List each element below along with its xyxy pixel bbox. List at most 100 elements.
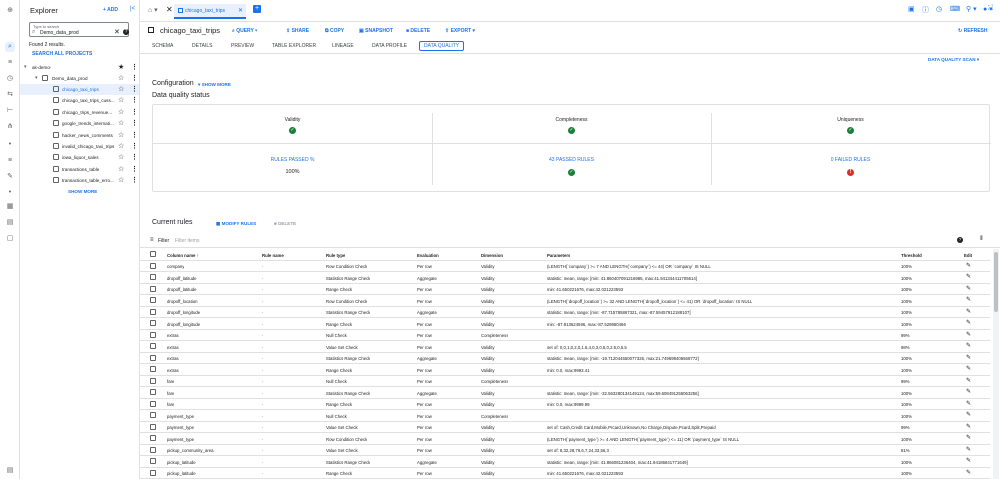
edit-icon[interactable]: ✎	[966, 423, 971, 430]
wrench-nav-icon[interactable]: ✎	[5, 172, 15, 182]
bigquery-logo-icon[interactable]: ⊕	[5, 6, 15, 16]
star-icon[interactable]: ☆	[118, 131, 124, 139]
row-checkbox[interactable]	[150, 343, 156, 349]
share-button[interactable]: ⇪ SHARE	[286, 28, 309, 34]
edit-icon[interactable]: ✎	[966, 457, 971, 464]
tab-chicago-taxi-trips[interactable]: chicago_taxi_trips ✕	[174, 4, 246, 19]
row-checkbox[interactable]	[150, 377, 156, 384]
table-row[interactable]: dropoff_latitude - Statistics Range Check A…	[140, 272, 990, 284]
edit-icon[interactable]: ✎	[966, 273, 971, 280]
more-icon[interactable]: ⋮	[131, 131, 138, 139]
filter-input[interactable]: Filter items	[175, 238, 199, 244]
edit-icon[interactable]: ✎	[966, 354, 971, 361]
star-icon[interactable]: ☆	[118, 74, 124, 82]
copy-button[interactable]: ⧉ COPY	[325, 28, 344, 34]
dot2-nav-icon[interactable]: •	[5, 188, 15, 198]
more-icon[interactable]: ⋮	[131, 153, 138, 161]
star-icon[interactable]: ☆	[118, 96, 124, 104]
menu-nav-icon[interactable]: ≡	[5, 156, 15, 166]
history-nav-icon[interactable]: ◷	[5, 74, 15, 84]
tree-table-row[interactable]: transactions_table ☆ ⋮	[20, 164, 139, 175]
column-display-icon[interactable]: ⦀	[980, 236, 983, 243]
tab-schema[interactable]: SCHEMA	[152, 43, 173, 49]
tab-data-profile[interactable]: DATA PROFILE	[372, 43, 407, 49]
tab-lineage[interactable]: LINEAGE	[332, 43, 354, 49]
explorer-search-input[interactable]: Type to search ⌕ Demo_data_prod ✕ ?	[29, 22, 129, 37]
tab-table-explorer[interactable]: TABLE EXPLORER	[272, 43, 316, 49]
table-row[interactable]: extras - Range Check Per row Validity min: 0.…	[140, 364, 990, 376]
select-all-checkbox[interactable]	[150, 251, 156, 257]
export-button[interactable]: ⇧ EXPORT ▾	[445, 28, 475, 34]
table-row[interactable]: dropoff_longitude - Statistics Range Check…	[140, 307, 990, 318]
more-icon[interactable]: ⋮	[131, 85, 138, 93]
table-row[interactable]: pickup_latitude - Range Check Per row Validi…	[140, 468, 990, 479]
edit-icon[interactable]: ✎	[966, 400, 971, 407]
table-row[interactable]: fare - Statistics Range Check Aggregate Vali…	[140, 387, 990, 399]
edit-icon[interactable]: ✎	[966, 434, 971, 441]
close-tabs-icon[interactable]: ✕	[166, 5, 173, 14]
table-row[interactable]: pickup_latitude - Statistics Range Check Ag…	[140, 456, 990, 468]
star-icon[interactable]: ☆	[118, 108, 124, 116]
scrollbar-thumb[interactable]	[994, 252, 998, 312]
table-row[interactable]: dropoff_latitude - Range Check Per row Valid…	[140, 284, 990, 295]
collapse-panel-icon[interactable]: |<	[130, 6, 135, 12]
search-all-projects-link[interactable]: SEARCH ALL PROJECTS	[32, 51, 92, 57]
table-row[interactable]: pickup_community_area - Value Set Check Per…	[140, 445, 990, 456]
tree-table-row[interactable]: chicago_trips_revenue... ☆ ⋮	[20, 107, 139, 118]
row-checkbox[interactable]	[150, 366, 156, 372]
analytics-nav-icon[interactable]: ▦	[5, 202, 15, 212]
tune-icon[interactable]: ⚲ ▾	[966, 5, 977, 13]
row-checkbox[interactable]	[150, 331, 156, 338]
tab-details[interactable]: DETAILS	[192, 43, 212, 49]
table-row[interactable]: extras - Statistics Range Check Aggregate Va…	[140, 353, 990, 364]
notifications-icon[interactable]: ▣	[908, 5, 915, 13]
delete-button[interactable]: ■ DELETE	[406, 28, 430, 34]
collapse-rail-icon[interactable]: ▤	[5, 466, 15, 476]
tree-table-row[interactable]: invalid_chicago_taxi_trips ☆ ⋮	[20, 141, 139, 152]
help-icon[interactable]: ?	[957, 237, 963, 243]
graph-nav-icon[interactable]: ⋔	[5, 122, 15, 132]
more-icon[interactable]: ⋮	[131, 119, 138, 127]
tree-project-row[interactable]: ▾ ak-demo- ★ ⋮	[20, 62, 139, 73]
close-tab-icon[interactable]: ✕	[238, 7, 243, 14]
snapshot-button[interactable]: ▣ SNAPSHOT	[359, 28, 393, 34]
modify-rules-button[interactable]: ▦ MODIFY RULES	[216, 221, 256, 227]
info-icon[interactable]: ⓘ	[922, 5, 929, 15]
row-checkbox[interactable]	[150, 320, 156, 326]
edit-icon[interactable]: ✎	[966, 446, 971, 453]
passed-rules-link[interactable]: 43 PASSED RULES	[432, 157, 711, 163]
row-checkbox[interactable]	[150, 435, 156, 441]
more-icon[interactable]: ⋮	[131, 165, 138, 173]
tab-data-quality[interactable]: DATA QUALITY	[419, 41, 465, 51]
star-icon[interactable]: ☆	[118, 165, 124, 173]
tab-preview[interactable]: PREVIEW	[231, 43, 254, 49]
tree-table-row[interactable]: chicago_taxi_trips ☆ ⋮	[20, 84, 139, 95]
transfers-nav-icon[interactable]: ⇆	[5, 90, 15, 100]
table-row[interactable]: fare - Range Check Per row Validity min: 0.0,…	[140, 399, 990, 410]
search-nav-icon[interactable]: ⌕	[5, 42, 15, 52]
table-row[interactable]: payment_type - Value Set Check Per row Valid…	[140, 422, 990, 433]
edit-icon[interactable]: ✎	[966, 411, 971, 418]
table-row[interactable]: payment_type - Null Check Per row Completene…	[140, 410, 990, 422]
edit-icon[interactable]: ✎	[966, 388, 971, 395]
row-checkbox[interactable]	[150, 400, 156, 407]
refresh-button[interactable]: ↻ REFRESH	[958, 28, 988, 34]
more-icon[interactable]: ⋮	[131, 142, 138, 150]
table-row[interactable]: company - Row Condition Check Per row Validi…	[140, 261, 990, 272]
row-checkbox[interactable]	[150, 274, 156, 280]
data-quality-scan-button[interactable]: DATA QUALITY SCAN ▾	[928, 57, 979, 63]
edit-icon[interactable]: ✎	[966, 377, 971, 384]
show-more-link[interactable]: SHOW MORE	[68, 189, 97, 194]
table-row[interactable]: payment_type - Row Condition Check Per row V…	[140, 433, 990, 445]
edit-icon[interactable]: ✎	[966, 262, 971, 269]
pipelines-nav-icon[interactable]: ⊢	[5, 106, 15, 116]
more-icon[interactable]: ⋮	[131, 63, 138, 71]
tree-table-row[interactable]: iowa_liquor_sales ☆ ⋮	[20, 152, 139, 163]
edit-icon[interactable]: ✎	[966, 469, 971, 476]
security-nav-icon[interactable]: ▢	[5, 234, 15, 244]
row-checkbox[interactable]	[150, 412, 156, 418]
clear-search-icon[interactable]: ✕	[114, 28, 120, 36]
new-tab-button[interactable]: +	[253, 5, 261, 13]
star-icon[interactable]: ☆	[118, 119, 124, 127]
tree-table-row[interactable]: chicago_taxi_trips_cuss... ☆ ⋮	[20, 95, 139, 106]
